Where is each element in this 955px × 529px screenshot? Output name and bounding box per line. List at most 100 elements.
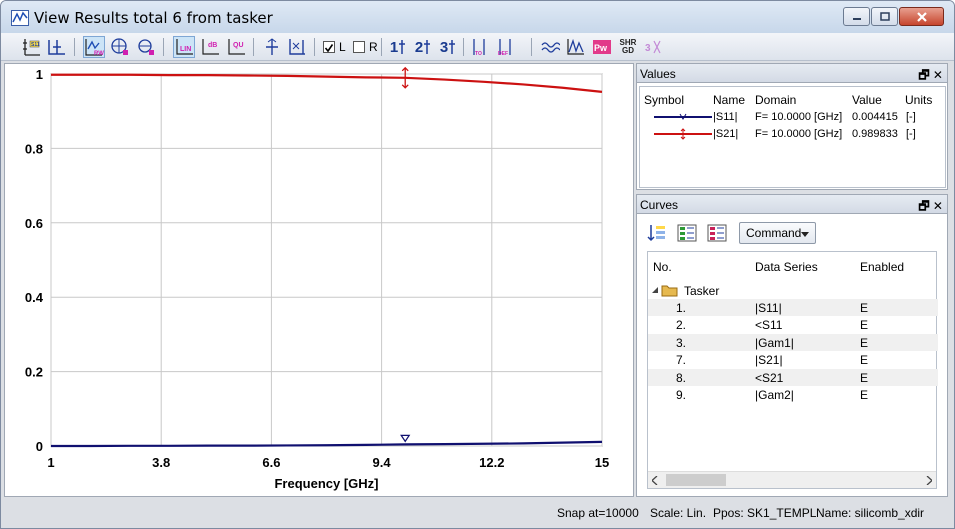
curves-panel-header[interactable]: Curves 🗗 ✕: [637, 195, 947, 214]
curve-row[interactable]: 8. <S21 E: [648, 369, 938, 386]
curve-row[interactable]: 7. |S21| E: [648, 351, 938, 368]
values-row-domain: F= 10.0000 [GHz]: [755, 128, 843, 140]
scroll-right-icon[interactable]: [926, 476, 932, 485]
values-header-units: Units: [905, 93, 933, 107]
y-tick-label: 1: [36, 67, 43, 82]
marker-1-button[interactable]: 1: [387, 36, 409, 58]
curve-row[interactable]: 9. |Gam2| E: [648, 386, 938, 403]
values-row-value: 0.989833: [852, 128, 898, 140]
svg-text:QU: QU: [233, 42, 244, 49]
marker-a-icon[interactable]: [261, 36, 283, 58]
lin-button[interactable]: LIN: [173, 36, 195, 58]
values-panel-buttons[interactable]: 🗗 ✕: [918, 66, 943, 87]
close-button[interactable]: [899, 7, 944, 26]
title-bar[interactable]: View Results total 6 from tasker: [1, 1, 954, 33]
marker-1-icon: [399, 40, 406, 54]
curve-enabled: E: [860, 301, 869, 315]
shr-gd-button[interactable]: SHR GD: [617, 36, 639, 58]
svg-text:Pw: Pw: [594, 43, 608, 53]
svg-text:dB: dB: [208, 42, 217, 49]
curve-series: |Gam2|: [755, 388, 794, 402]
disable-all-icon[interactable]: [707, 224, 727, 242]
values-panel-header[interactable]: Values 🗗 ✕: [637, 64, 947, 83]
minimize-button[interactable]: [843, 7, 870, 26]
svg-text:TO: TO: [475, 51, 482, 57]
status-snap: Snap at=10000: [557, 506, 639, 520]
y-tick-label: 0.6: [25, 216, 43, 231]
curve-no: 3.: [676, 336, 687, 350]
main-window: View Results total 6 from tasker S11 RW: [0, 0, 955, 529]
values-row-value: 0.004415: [852, 111, 898, 123]
svg-text:DEF: DEF: [498, 51, 508, 57]
curve-no: 9.: [676, 388, 687, 402]
status-bar: Snap at=10000 Scale: Lin. Ppos: SK1_TEMP…: [1, 501, 954, 528]
s11-icon[interactable]: S11: [21, 36, 43, 58]
marker-b-icon[interactable]: [286, 36, 308, 58]
s11-symbol: [654, 113, 712, 120]
curve-row[interactable]: 3. |Gam1| E: [648, 334, 938, 351]
curve-series: |S11|: [755, 301, 782, 315]
command-dropdown[interactable]: Command: [739, 222, 816, 244]
values-row-domain: F= 10.0000 [GHz]: [755, 111, 843, 123]
marker-2-button[interactable]: 2: [412, 36, 434, 58]
db-button[interactable]: dB: [199, 36, 221, 58]
polar-icon[interactable]: [135, 36, 157, 58]
qu-button[interactable]: QU: [225, 36, 247, 58]
x-axis-label: Frequency [GHz]: [274, 476, 378, 491]
plot-area: [50, 73, 603, 447]
peak-icon[interactable]: [564, 36, 586, 58]
checkbox-r[interactable]: [353, 41, 365, 53]
marker-def-icon[interactable]: DEF: [495, 36, 517, 58]
command-label: Command: [746, 226, 802, 240]
x-tick-label: 1: [47, 455, 54, 470]
tree-group-label: Tasker: [684, 284, 720, 298]
plot-panel[interactable]: 1 3.8 6.6 9.4 12.2 15 0 0.2 0.4 0.6 0.8 1 Frequency …: [4, 63, 634, 497]
svg-text:3: 3: [645, 43, 651, 54]
curves-panel-buttons[interactable]: 🗗 ✕: [918, 197, 943, 218]
folder-icon: [661, 285, 678, 297]
curve-series: |Gam1|: [755, 336, 794, 350]
curve-row[interactable]: 1. |S11| E: [648, 299, 938, 316]
sort-icon[interactable]: [647, 224, 667, 242]
marker-3-icon: [449, 40, 456, 54]
x-tick-label: 12.2: [479, 455, 504, 470]
marker-to-icon[interactable]: TO: [469, 36, 491, 58]
window-title: View Results total 6 from tasker: [34, 9, 273, 27]
marker-2-icon: [424, 40, 431, 54]
chevron-down-icon: [801, 232, 809, 237]
checkbox-l[interactable]: [323, 41, 335, 53]
marker-3-button[interactable]: 3: [437, 36, 459, 58]
enable-all-icon[interactable]: [677, 224, 697, 242]
wave-icon[interactable]: [539, 36, 561, 58]
x-tick-label: 3.8: [152, 455, 170, 470]
close-icon: [916, 11, 927, 22]
tree-group-tasker[interactable]: Tasker: [648, 282, 938, 299]
curve-row[interactable]: 2. <S11 E: [648, 316, 938, 333]
horizontal-scrollbar[interactable]: [648, 471, 936, 488]
probe-icon[interactable]: 3: [643, 36, 665, 58]
values-panel: Values 🗗 ✕ Symbol Name Domain Value Unit…: [636, 63, 948, 190]
s21-symbol: [654, 128, 712, 140]
pw-icon[interactable]: Pw: [591, 36, 613, 58]
svg-text:LIN: LIN: [180, 46, 191, 53]
values-header-symbol: Symbol: [644, 93, 685, 107]
x-tick-label: 9.4: [373, 455, 392, 470]
y-tick-label: 0: [36, 439, 43, 454]
plot-canvas[interactable]: 1 3.8 6.6 9.4 12.2 15 0 0.2 0.4 0.6 0.8 1 Frequency …: [5, 64, 633, 496]
scroll-left-icon[interactable]: [652, 476, 658, 485]
maximize-button[interactable]: [871, 7, 898, 26]
status-name: Name: silicomb_xdir: [816, 506, 925, 520]
curve-no: 8.: [676, 371, 687, 385]
marker-icon[interactable]: [46, 36, 68, 58]
minimize-icon: [852, 17, 861, 20]
smith-icon[interactable]: [109, 36, 131, 58]
svg-text:S11: S11: [31, 42, 40, 48]
curve-enabled: E: [860, 336, 869, 350]
rw-icon[interactable]: RW: [83, 36, 105, 58]
scrollbar-thumb[interactable]: [666, 474, 726, 486]
values-panel-title: Values: [640, 67, 676, 81]
status-ppos: Ppos: SK1_TEMPL: [713, 506, 817, 520]
values-header-domain: Domain: [755, 93, 797, 107]
values-header-value: Value: [852, 93, 882, 107]
x-tick-label: 6.6: [262, 455, 280, 470]
